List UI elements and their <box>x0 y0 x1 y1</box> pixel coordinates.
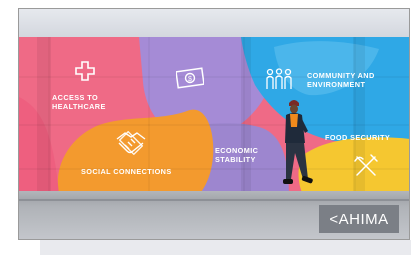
food-security-label: FOOD SECURITY <box>325 133 391 143</box>
community-environment-label: COMMUNITY AND ENVIRONMENT <box>307 71 375 89</box>
social-label-text: SOCIAL CONNECTIONS <box>81 167 172 176</box>
access-label-line2: HEALTHCARE <box>52 101 106 111</box>
community-label-line2: ENVIRONMENT <box>307 79 366 89</box>
background-panel <box>40 240 411 255</box>
mural-wall: $ ACCESS TO HEALTHCARE COMMUNITY AND ENV… <box>19 37 409 195</box>
curb-line <box>19 199 409 201</box>
svg-text:$: $ <box>188 76 192 83</box>
sky <box>19 9 409 39</box>
economic-label-line2: STABILITY <box>215 154 256 164</box>
hero-image: $ ACCESS TO HEALTHCARE COMMUNITY AND ENV… <box>18 8 410 240</box>
ahima-logo: <AHIMA <box>319 205 399 233</box>
economic-stability-label: ECONOMIC STABILITY <box>215 146 258 164</box>
access-healthcare-label: ACCESS TO HEALTHCARE <box>52 93 106 111</box>
food-label-text: FOOD SECURITY <box>325 133 391 142</box>
social-connections-label: SOCIAL CONNECTIONS <box>81 167 172 177</box>
ahima-logo-text: <AHIMA <box>329 210 389 228</box>
walking-person <box>277 97 319 202</box>
